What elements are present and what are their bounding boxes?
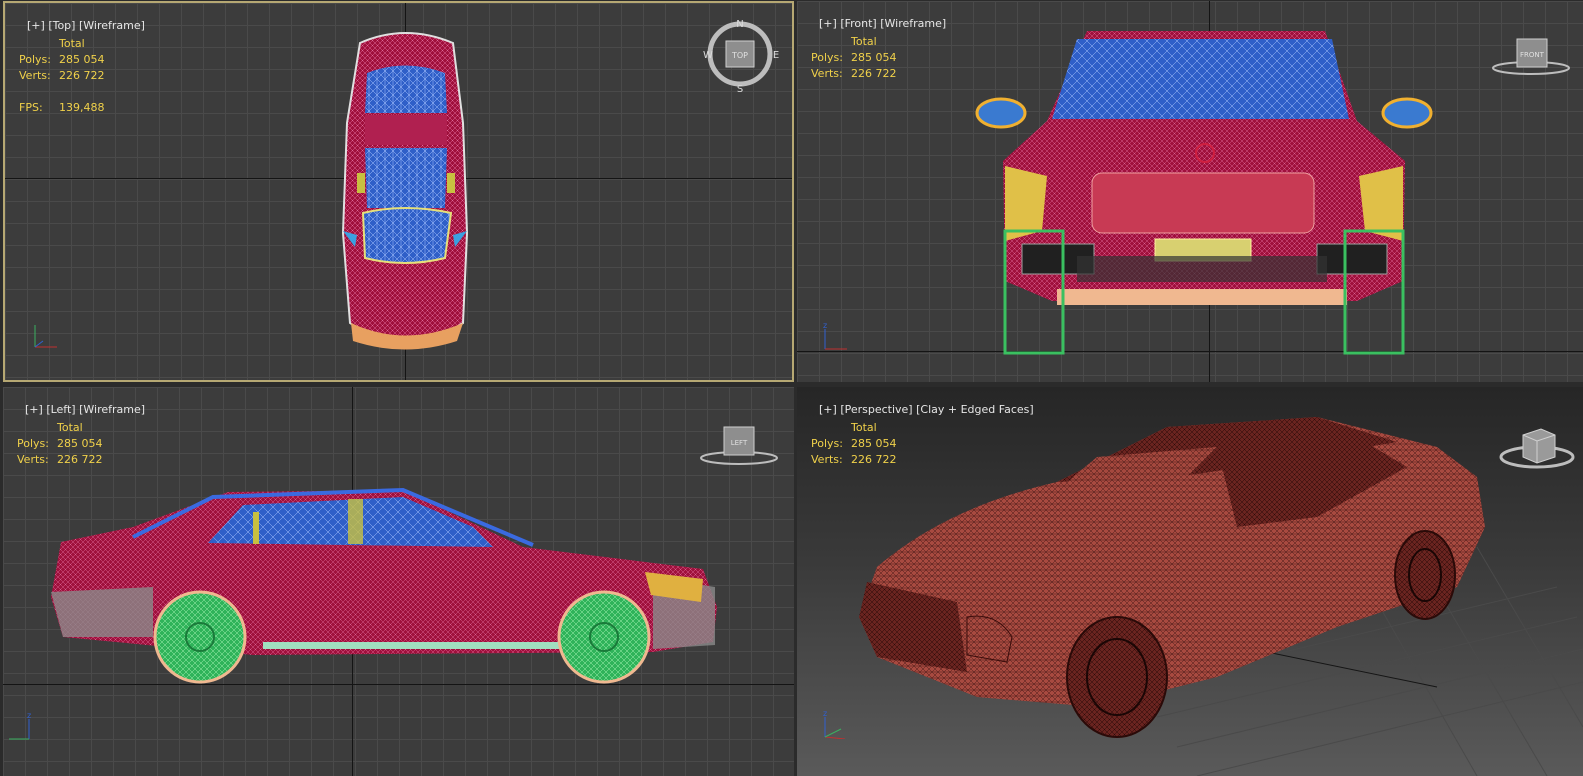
compass-east-label: E bbox=[773, 50, 779, 61]
viewport-left[interactable]: [+] [Left] [Wireframe] Total Polys: 285 0… bbox=[3, 387, 794, 776]
axis-z-label: z bbox=[823, 709, 827, 718]
viewport-view-menu[interactable]: [Perspective] bbox=[840, 403, 912, 416]
stats-polys-label: Polys: bbox=[19, 53, 51, 66]
viewport-plus-menu[interactable]: [+] bbox=[819, 17, 837, 30]
axis-tripod-icon bbox=[34, 325, 57, 348]
stats-polys-value: 285 054 bbox=[851, 51, 897, 64]
viewcube-compass[interactable]: TOP N S E W bbox=[703, 15, 783, 95]
viewport-shading-menu[interactable]: [Wireframe] bbox=[79, 403, 145, 416]
viewport-perspective[interactable]: [+] [Perspective] [Clay + Edged Faces] T… bbox=[797, 387, 1583, 776]
car-top-wireframe[interactable] bbox=[5, 3, 794, 382]
stats-verts-value: 226 722 bbox=[57, 453, 103, 466]
stats-verts-value: 226 722 bbox=[59, 69, 105, 82]
car-left-wireframe[interactable] bbox=[3, 387, 794, 776]
viewport-plus-menu[interactable]: [+] bbox=[25, 403, 43, 416]
stats-verts-label: Verts: bbox=[811, 67, 843, 80]
stats-verts-label: Verts: bbox=[17, 453, 49, 466]
stats-polys-value: 285 054 bbox=[851, 437, 897, 450]
viewport-view-menu[interactable]: [Top] bbox=[48, 19, 75, 32]
car-front-wireframe[interactable] bbox=[797, 1, 1583, 382]
car-perspective-clay[interactable] bbox=[797, 387, 1583, 776]
stats-panel: Total Polys: 285 054 Verts: 226 722 FPS: 13… bbox=[19, 36, 105, 116]
axis-z-label: z bbox=[27, 711, 31, 720]
stats-polys-label: Polys: bbox=[17, 437, 49, 450]
viewcube[interactable] bbox=[1497, 423, 1577, 473]
viewport-shading-menu[interactable]: [Wireframe] bbox=[79, 19, 145, 32]
viewcube[interactable]: FRONT bbox=[1490, 35, 1572, 79]
stats-polys-label: Polys: bbox=[811, 51, 843, 64]
compass-north-label: N bbox=[736, 19, 743, 30]
stats-verts-value: 226 722 bbox=[851, 67, 897, 80]
viewport-front[interactable]: [+] [Front] [Wireframe] Total Polys: 285 … bbox=[797, 1, 1583, 382]
viewport-plus-menu[interactable]: [+] bbox=[27, 19, 45, 32]
viewcube[interactable]: LEFT bbox=[698, 423, 780, 467]
viewport-top[interactable]: [+] [Top] [Wireframe] Total Polys: 285 05… bbox=[3, 1, 794, 382]
compass-west-label: W bbox=[703, 50, 713, 61]
stats-panel: Total Polys: 285 054 Verts: 226 722 bbox=[811, 34, 897, 82]
axis-tripod-icon: z bbox=[9, 711, 31, 740]
stats-polys-value: 285 054 bbox=[59, 53, 105, 66]
viewport-shading-menu[interactable]: [Wireframe] bbox=[880, 17, 946, 30]
viewport-shading-menu[interactable]: [Clay + Edged Faces] bbox=[916, 403, 1034, 416]
stats-total-header: Total bbox=[59, 37, 85, 50]
stats-total-header: Total bbox=[851, 35, 877, 48]
compass-south-label: S bbox=[737, 84, 743, 95]
stats-verts-label: Verts: bbox=[811, 453, 843, 466]
stats-fps-label: FPS: bbox=[19, 101, 43, 114]
viewcube-face-label: LEFT bbox=[731, 439, 748, 447]
stats-verts-value: 226 722 bbox=[851, 453, 897, 466]
viewport-plus-menu[interactable]: [+] bbox=[819, 403, 837, 416]
viewcube-face-label: TOP bbox=[731, 51, 748, 60]
axis-tripod-icon: z bbox=[823, 709, 846, 739]
stats-panel: Total Polys: 285 054 Verts: 226 722 bbox=[17, 420, 103, 468]
stats-polys-label: Polys: bbox=[811, 437, 843, 450]
viewport-view-menu[interactable]: [Front] bbox=[840, 17, 876, 30]
stats-verts-label: Verts: bbox=[19, 69, 51, 82]
viewport-view-menu[interactable]: [Left] bbox=[46, 403, 75, 416]
stats-total-header: Total bbox=[57, 421, 83, 434]
stats-panel: Total Polys: 285 054 Verts: 226 722 bbox=[811, 420, 897, 468]
stats-fps-value: 139,488 bbox=[59, 101, 105, 114]
axis-z-label: z bbox=[823, 321, 827, 330]
viewcube-face-label: FRONT bbox=[1520, 51, 1545, 59]
axis-tripod-icon: z bbox=[823, 321, 847, 350]
stats-total-header: Total bbox=[851, 421, 877, 434]
stats-polys-value: 285 054 bbox=[57, 437, 103, 450]
